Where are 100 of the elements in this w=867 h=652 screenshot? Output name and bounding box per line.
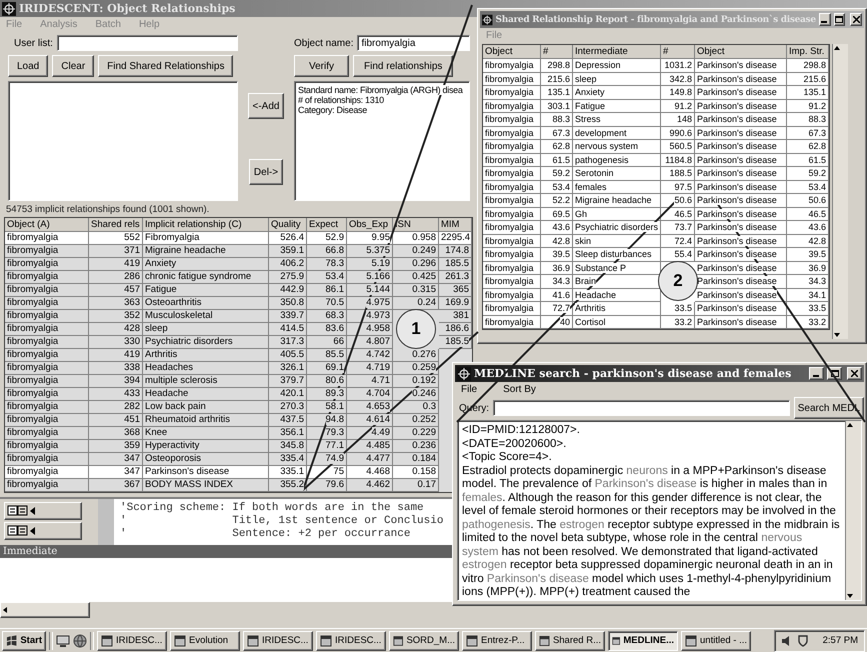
- table-cell[interactable]: 0.192: [393, 375, 439, 388]
- list-button[interactable]: <-Add: [248, 93, 284, 119]
- table-cell[interactable]: 169.9: [439, 297, 472, 310]
- table-cell[interactable]: 53.4: [307, 271, 347, 284]
- object-name-field[interactable]: fibromyalgia: [357, 35, 470, 51]
- table-cell[interactable]: 457: [89, 284, 143, 297]
- table-cell[interactable]: 94.8: [307, 414, 347, 427]
- table-cell[interactable]: 0.249: [393, 245, 439, 258]
- table-cell[interactable]: fibromyalgia: [5, 258, 89, 271]
- taskbar-button[interactable]: Evolution: [170, 630, 240, 650]
- table-cell[interactable]: 0.229: [393, 427, 439, 440]
- column-header[interactable]: Quality: [269, 218, 307, 232]
- table-cell[interactable]: 0.259: [393, 362, 439, 375]
- table-cell[interactable]: Headaches: [143, 362, 269, 375]
- table-cell[interactable]: fibromyalgia: [5, 466, 89, 479]
- table-cell[interactable]: 0.296: [393, 258, 439, 271]
- table-cell[interactable]: fibromyalgia: [5, 323, 89, 336]
- view-toggle-button[interactable]: [4, 522, 82, 540]
- taskbar-button[interactable]: IRIDESC...: [316, 630, 386, 650]
- action-button[interactable]: Clear: [52, 55, 94, 77]
- table-cell[interactable]: 4.462: [347, 479, 393, 492]
- table-cell[interactable]: 350.8: [269, 297, 307, 310]
- table-cell[interactable]: 4.958: [347, 323, 393, 336]
- table-cell[interactable]: 80.6: [307, 375, 347, 388]
- table-cell[interactable]: BODY MASS INDEX: [143, 479, 269, 492]
- table-cell[interactable]: 367: [89, 479, 143, 492]
- table-cell[interactable]: 419: [89, 349, 143, 362]
- table-cell[interactable]: fibromyalgia: [5, 297, 89, 310]
- list-button[interactable]: Del->: [248, 159, 284, 185]
- table-cell[interactable]: Fibromyalgia: [143, 232, 269, 245]
- table-cell[interactable]: 335.4: [269, 453, 307, 466]
- table-cell[interactable]: 66.8: [307, 245, 347, 258]
- table-cell[interactable]: 0.236: [393, 440, 439, 453]
- table-cell[interactable]: 433: [89, 388, 143, 401]
- table-cell[interactable]: 338: [89, 362, 143, 375]
- left-arrow-icon[interactable]: [1, 606, 9, 614]
- table-cell[interactable]: Parkinson's disease: [143, 466, 269, 479]
- table-cell[interactable]: 2295.4: [439, 232, 472, 245]
- column-header[interactable]: Intermediate: [573, 45, 661, 59]
- table-cell[interactable]: 356.1: [269, 427, 307, 440]
- table-cell[interactable]: Fatigue: [143, 284, 269, 297]
- column-header[interactable]: Object: [695, 45, 787, 59]
- table-cell[interactable]: 0.958: [393, 232, 439, 245]
- table-cell[interactable]: 451: [89, 414, 143, 427]
- table-cell[interactable]: 405.5: [269, 349, 307, 362]
- table-cell[interactable]: 89.3: [307, 388, 347, 401]
- table-cell[interactable]: 69.1: [307, 362, 347, 375]
- column-header[interactable]: Shared rels: [89, 218, 143, 232]
- menu-item[interactable]: Sort By: [503, 384, 536, 394]
- down-arrow-icon[interactable]: [833, 331, 841, 339]
- table-cell[interactable]: 70.5: [307, 297, 347, 310]
- table-cell[interactable]: 275.9: [269, 271, 307, 284]
- table-cell[interactable]: fibromyalgia: [5, 245, 89, 258]
- down-arrow-icon[interactable]: [846, 592, 854, 600]
- table-cell[interactable]: 330: [89, 336, 143, 349]
- close-button[interactable]: [847, 367, 862, 380]
- column-header[interactable]: Expect: [307, 218, 347, 232]
- table-cell[interactable]: 345.8: [269, 440, 307, 453]
- up-arrow-icon[interactable]: [833, 44, 841, 52]
- table-cell[interactable]: 5.144: [347, 284, 393, 297]
- table-cell[interactable]: Headache: [143, 388, 269, 401]
- table-cell[interactable]: 4.468: [347, 466, 393, 479]
- table-cell[interactable]: Musculoskeletal: [143, 310, 269, 323]
- table-cell[interactable]: fibromyalgia: [5, 310, 89, 323]
- table-cell[interactable]: Low back pain: [143, 401, 269, 414]
- table-cell[interactable]: 185.5: [439, 258, 472, 271]
- table-cell[interactable]: sleep: [143, 323, 269, 336]
- action-button[interactable]: Find Shared Relationships: [98, 55, 234, 77]
- table-cell[interactable]: 78.3: [307, 258, 347, 271]
- table-cell[interactable]: 85.5: [307, 349, 347, 362]
- table-cell[interactable]: 363: [89, 297, 143, 310]
- taskbar-button[interactable]: IRIDESC...: [97, 630, 167, 650]
- table-cell[interactable]: fibromyalgia: [5, 284, 89, 297]
- table-cell[interactable]: fibromyalgia: [5, 271, 89, 284]
- start-button[interactable]: Start: [2, 630, 46, 650]
- table-cell[interactable]: 4.719: [347, 362, 393, 375]
- table-cell[interactable]: fibromyalgia: [5, 362, 89, 375]
- table-cell[interactable]: Osteoporosis: [143, 453, 269, 466]
- table-cell[interactable]: 174.8: [439, 245, 472, 258]
- table-cell[interactable]: 270.3: [269, 401, 307, 414]
- taskbar-button[interactable]: untitled - ...: [681, 630, 751, 650]
- table-cell[interactable]: 52.9: [307, 232, 347, 245]
- column-header[interactable]: Imp. Str.: [787, 45, 829, 59]
- table-cell[interactable]: fibromyalgia: [5, 440, 89, 453]
- table-cell[interactable]: Hyperactivity: [143, 440, 269, 453]
- action-button[interactable]: Find relationships: [353, 55, 454, 77]
- table-cell[interactable]: 347: [89, 453, 143, 466]
- taskbar-button[interactable]: Entrez-P...: [462, 630, 532, 650]
- globe-icon[interactable]: [73, 634, 87, 648]
- up-arrow-icon[interactable]: [846, 421, 854, 429]
- table-cell[interactable]: 437.5: [269, 414, 307, 427]
- column-header[interactable]: #: [541, 45, 573, 59]
- table-cell[interactable]: 9.95: [347, 232, 393, 245]
- table-cell[interactable]: 339.7: [269, 310, 307, 323]
- close-button[interactable]: [850, 13, 862, 26]
- desktop-icon[interactable]: [56, 634, 70, 648]
- vertical-scrollbar[interactable]: [845, 421, 861, 600]
- table-cell[interactable]: fibromyalgia: [5, 375, 89, 388]
- table-cell[interactable]: 4.477: [347, 453, 393, 466]
- table-cell[interactable]: 186.6: [439, 323, 472, 336]
